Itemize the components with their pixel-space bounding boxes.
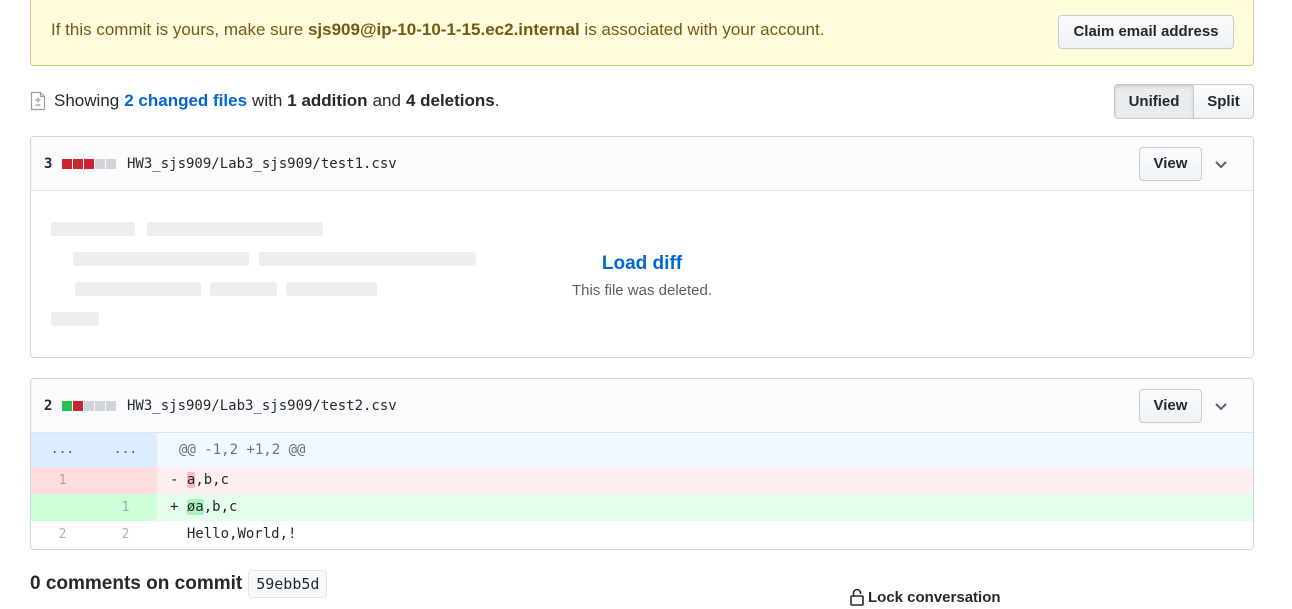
view-file-button[interactable]: View bbox=[1139, 389, 1202, 423]
changed-text: øa bbox=[186, 499, 204, 515]
diffstat-block bbox=[84, 159, 94, 169]
line-text: ,b,c bbox=[203, 499, 238, 515]
diff-summary: Showing 2 changed files with 1 addition … bbox=[30, 88, 499, 114]
warning-suffix: is associated with your account. bbox=[584, 20, 825, 39]
diff-line-context: 2 2 Hello,World,! bbox=[31, 521, 1253, 548]
diffstat-block bbox=[84, 401, 94, 411]
hunk-header-row: ... ... @@ -1,2 +1,2 @@ bbox=[31, 433, 1253, 467]
showing-label: Showing bbox=[54, 91, 120, 110]
old-line-number[interactable] bbox=[31, 494, 94, 521]
warning-prefix: If this commit is yours, make sure bbox=[51, 20, 304, 39]
split-view-button[interactable]: Split bbox=[1194, 84, 1254, 119]
commit-sha[interactable]: 59ebb5d bbox=[248, 570, 328, 598]
line-code: - a,b,c bbox=[157, 467, 1253, 494]
diffstat-block bbox=[95, 401, 105, 411]
diffstat-bar bbox=[62, 159, 116, 169]
deletions-count: 4 deletions bbox=[405, 91, 495, 110]
diffstat-block bbox=[73, 401, 83, 411]
placeholder-line bbox=[147, 222, 323, 236]
comments-heading: 0 comments on commit bbox=[30, 573, 243, 594]
email-warning-text: If this commit is yours, make sure sjs90… bbox=[51, 20, 824, 40]
file-header: 2 HW3_sjs909/Lab3_sjs909/test2.csv View bbox=[31, 379, 1253, 433]
changed-files-link[interactable]: 2 changed files bbox=[124, 91, 247, 111]
lock-icon bbox=[850, 588, 864, 606]
comments-header: 0 comments on commit 59ebb5d bbox=[30, 570, 328, 598]
lock-conversation-label: Lock conversation bbox=[868, 588, 1001, 606]
line-text: ,b,c bbox=[195, 472, 230, 488]
chevron-down-icon[interactable] bbox=[1211, 154, 1231, 174]
diff-line-deleted: 1 - a,b,c bbox=[31, 467, 1253, 494]
view-file-button[interactable]: View bbox=[1139, 147, 1202, 181]
and-label: and bbox=[372, 91, 401, 110]
new-line-number[interactable] bbox=[94, 467, 157, 494]
line-text: Hello,World,! bbox=[186, 526, 297, 542]
additions-count: 1 addition bbox=[287, 91, 368, 110]
diffstat-block bbox=[62, 401, 72, 411]
lock-conversation-button[interactable]: Lock conversation bbox=[850, 588, 1001, 606]
diffstat-block bbox=[106, 159, 116, 169]
diffstat-block bbox=[73, 159, 83, 169]
with-label: with bbox=[252, 91, 283, 110]
old-line-number[interactable]: 1 bbox=[31, 467, 94, 494]
file-diff-test2: 2 HW3_sjs909/Lab3_sjs909/test2.csv View … bbox=[30, 378, 1254, 550]
old-line-number[interactable]: 2 bbox=[31, 521, 94, 548]
line-code: + øa,b,c bbox=[157, 494, 1253, 521]
file-change-count: 3 bbox=[44, 156, 53, 172]
claim-email-button[interactable]: Claim email address bbox=[1058, 15, 1234, 49]
diff-marker: - bbox=[170, 472, 179, 488]
summary-period: . bbox=[494, 91, 500, 110]
diff-marker bbox=[170, 526, 178, 542]
placeholder-line bbox=[51, 312, 99, 326]
new-line-number[interactable]: 2 bbox=[94, 521, 157, 548]
diffstat-block bbox=[106, 401, 116, 411]
expand-down-button[interactable]: ... bbox=[94, 433, 157, 467]
load-diff-link[interactable]: Load diff bbox=[31, 253, 1253, 275]
file-diff-test1: 3 HW3_sjs909/Lab3_sjs909/test1.csv View … bbox=[30, 136, 1254, 358]
file-path[interactable]: HW3_sjs909/Lab3_sjs909/test1.csv bbox=[127, 156, 397, 172]
file-change-count: 2 bbox=[44, 398, 53, 414]
diffstat-block bbox=[95, 159, 105, 169]
hunk-header: @@ -1,2 +1,2 @@ bbox=[179, 442, 306, 458]
file-diff-icon bbox=[30, 91, 46, 111]
unified-view-button[interactable]: Unified bbox=[1114, 84, 1194, 119]
diffstat-bar bbox=[62, 401, 116, 411]
placeholder-line bbox=[51, 222, 135, 236]
file-deleted-note: This file was deleted. bbox=[571, 282, 713, 299]
expand-up-button[interactable]: ... bbox=[31, 433, 94, 467]
diff-view-toggle: Unified Split bbox=[1114, 84, 1254, 119]
new-line-number[interactable]: 1 bbox=[94, 494, 157, 521]
line-code: Hello,World,! bbox=[157, 521, 1253, 548]
commit-email: sjs909@ip-10-10-1-15.ec2.internal bbox=[307, 20, 580, 39]
email-warning-banner: If this commit is yours, make sure sjs90… bbox=[30, 0, 1254, 66]
file-header: 3 HW3_sjs909/Lab3_sjs909/test1.csv View bbox=[31, 137, 1253, 191]
diff-marker: + bbox=[170, 499, 179, 515]
chevron-down-icon[interactable] bbox=[1211, 396, 1231, 416]
diff-line-added: 1 + øa,b,c bbox=[31, 494, 1253, 521]
diffstat-block bbox=[62, 159, 72, 169]
file-path[interactable]: HW3_sjs909/Lab3_sjs909/test2.csv bbox=[127, 398, 397, 414]
